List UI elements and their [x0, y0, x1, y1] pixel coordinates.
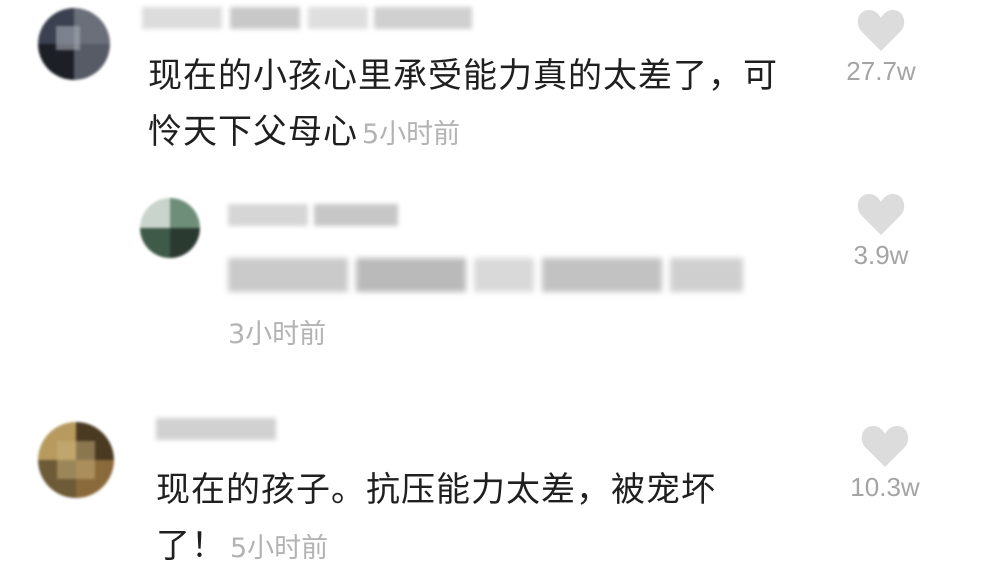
- comment-time: 5小时前: [362, 119, 461, 150]
- comment-body: 现在的小孩心里承受能力真的太差了，可怜天下父母心: [148, 56, 778, 152]
- reply-text-blurred: [228, 258, 743, 292]
- heart-icon: [857, 194, 905, 235]
- like-count: 10.3w: [850, 472, 920, 502]
- heart-icon: [861, 426, 909, 467]
- heart-icon: [857, 10, 905, 51]
- avatar[interactable]: [38, 422, 114, 498]
- like-button[interactable]: 27.7w: [826, 8, 936, 87]
- username-blurred[interactable]: [156, 418, 276, 440]
- like-button[interactable]: 3.9w: [826, 192, 936, 271]
- reply-time: 3小时前: [228, 319, 327, 350]
- comment-time: 5小时前: [230, 533, 329, 564]
- like-count: 27.7w: [846, 56, 916, 86]
- username-blurred[interactable]: [228, 204, 398, 226]
- avatar[interactable]: [38, 8, 110, 80]
- avatar[interactable]: [140, 198, 200, 258]
- username-blurred[interactable]: [142, 7, 472, 29]
- comment-text: 现在的孩子。抗压能力太差，被宠坏了！ 5小时前: [156, 462, 776, 577]
- comment-text: 现在的小孩心里承受能力真的太差了，可怜天下父母心 5小时前: [148, 48, 788, 163]
- like-button[interactable]: 10.3w: [830, 424, 940, 503]
- like-count: 3.9w: [853, 240, 909, 270]
